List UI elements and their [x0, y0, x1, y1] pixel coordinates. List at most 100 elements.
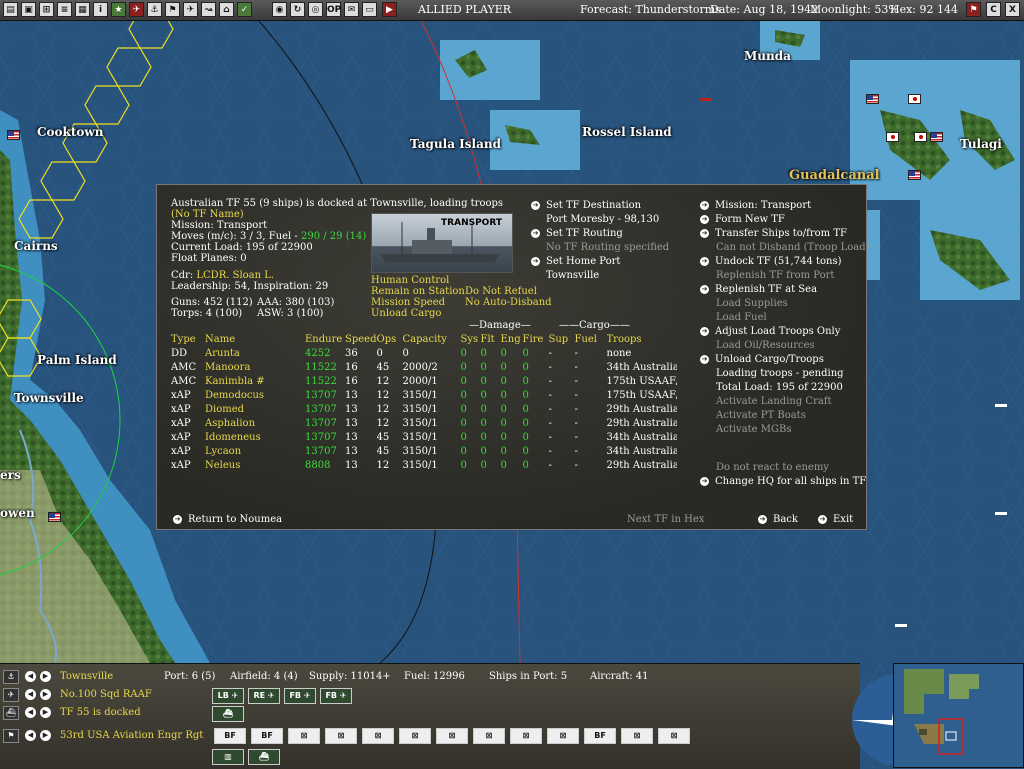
- info-icon[interactable]: i: [93, 2, 108, 17]
- undock-button[interactable]: ➔ Undock TF (51,744 tons): [700, 255, 842, 269]
- prev-base-button[interactable]: ◀: [25, 671, 36, 682]
- ship-row[interactable]: xAP Demodocus 13707 13 12 3150/1 0 0 0 0 - - 175th U…: [171, 388, 677, 402]
- column-header[interactable]: Eng: [501, 332, 523, 346]
- ground-command-button[interactable]: ⊠: [547, 728, 579, 744]
- ground-command-button[interactable]: ⊠: [288, 728, 320, 744]
- ship-row[interactable]: AMC Kanimbla #11522 16 12 2000/1 0 0 0 0 - - 175th …: [171, 374, 677, 388]
- tf-ship-icon-button[interactable]: ⛴: [212, 706, 244, 722]
- next-ground-button[interactable]: ▶: [40, 730, 51, 741]
- air-button-fb2[interactable]: FB ✈: [320, 688, 352, 704]
- air-button-re[interactable]: RE ✈: [248, 688, 280, 704]
- units-stack-button[interactable]: ▥: [212, 749, 244, 765]
- set-routing-button[interactable]: ➔ Set TF Routing: [531, 227, 623, 241]
- op-icon[interactable]: OP: [326, 2, 341, 17]
- plane-icon[interactable]: ✈: [183, 2, 198, 17]
- us-flag-icon[interactable]: [908, 170, 921, 180]
- air-button-lb[interactable]: LB ✈: [212, 688, 244, 704]
- tf-status[interactable]: TF 55 is docked: [60, 707, 141, 718]
- grid-icon[interactable]: ▦: [75, 2, 90, 17]
- column-header[interactable]: Endure: [305, 332, 345, 346]
- ground-unit-name[interactable]: 53rd USA Aviation Engr Rgt: [60, 730, 203, 741]
- flag-icon[interactable]: ⚑: [3, 729, 19, 743]
- ship-name-cell[interactable]: Idomeneus: [205, 430, 305, 444]
- ground-command-button[interactable]: ⊠: [399, 728, 431, 744]
- target-icon[interactable]: ◎: [308, 2, 323, 17]
- ship-row[interactable]: xAP Asphalion 13707 13 12 3150/1 0 0 0 0 - - 29th Au…: [171, 416, 677, 430]
- ground-command-button[interactable]: ⊠: [473, 728, 505, 744]
- column-header[interactable]: Sup: [549, 332, 575, 346]
- base-icon[interactable]: ⌂: [219, 2, 234, 17]
- ship-row[interactable]: DD Arunta 4252 36 0 0 0 0 0 0 - - none: [171, 346, 677, 360]
- aircraft-icon[interactable]: ✈: [129, 2, 144, 17]
- mission-button[interactable]: ➔ Mission: Transport: [700, 199, 811, 213]
- next-tf-arrow-button[interactable]: ▶: [40, 707, 51, 718]
- ship-name-cell[interactable]: Arunta: [205, 346, 305, 360]
- ships-stack-button[interactable]: ⛴: [248, 749, 280, 765]
- plane-icon[interactable]: ✈: [3, 688, 19, 702]
- world-minimap[interactable]: [893, 663, 1024, 768]
- ground-command-button[interactable]: BF: [214, 728, 246, 744]
- anchor-icon[interactable]: ⚓: [3, 670, 19, 684]
- ship-name-cell[interactable]: Lycaon: [205, 444, 305, 458]
- ground-command-button[interactable]: ⊠: [510, 728, 542, 744]
- base-name[interactable]: Townsville: [60, 671, 113, 682]
- no-react-option[interactable]: Do not react to enemy: [716, 461, 829, 475]
- column-header[interactable]: Speed: [345, 332, 377, 346]
- report-icon[interactable]: ⊞: [39, 2, 54, 17]
- ground-command-button[interactable]: BF: [584, 728, 616, 744]
- list-icon[interactable]: ≡: [57, 2, 72, 17]
- column-header[interactable]: Type: [171, 332, 205, 346]
- order-disband[interactable]: No Auto-Disband: [465, 296, 552, 310]
- change-hq-button[interactable]: ➔ Change HQ for all ships in TF: [700, 475, 866, 489]
- prev-air-button[interactable]: ◀: [25, 689, 36, 700]
- us-flag-icon[interactable]: [48, 512, 61, 522]
- ground-command-button[interactable]: ⊠: [325, 728, 357, 744]
- exit-button[interactable]: ➔ Exit: [818, 513, 853, 527]
- column-header[interactable]: Ops: [377, 332, 403, 346]
- japan-flag-icon[interactable]: [908, 94, 921, 104]
- ship-name-cell[interactable]: Demodocus: [205, 388, 305, 402]
- flag-icon[interactable]: ⚑: [165, 2, 180, 17]
- ship-row[interactable]: AMC Manoora 11522 16 45 2000/2 0 0 0 0 - - 34th Aust…: [171, 360, 677, 374]
- check-icon[interactable]: ✓: [237, 2, 252, 17]
- adjust-load-troops-button[interactable]: ➔ Adjust Load Troops Only: [700, 325, 840, 339]
- return-to-noumea-button[interactable]: ➔ Return to Noumea: [173, 513, 282, 527]
- column-header[interactable]: Fuel: [575, 332, 607, 346]
- ground-command-button[interactable]: ⊠: [621, 728, 653, 744]
- ground-command-button[interactable]: ⊠: [436, 728, 468, 744]
- next-base-button[interactable]: ▶: [40, 671, 51, 682]
- prev-ground-button[interactable]: ◀: [25, 730, 36, 741]
- column-header[interactable]: Capacity: [403, 332, 461, 346]
- column-header[interactable]: Name: [205, 332, 305, 346]
- ship-row[interactable]: xAP Idomeneus 13707 13 45 3150/1 0 0 0 0 - - 34th Au…: [171, 430, 677, 444]
- route-icon[interactable]: ↝: [201, 2, 216, 17]
- column-header[interactable]: Troops: [607, 332, 677, 346]
- air-button-fb1[interactable]: FB ✈: [284, 688, 316, 704]
- ship-icon[interactable]: ⚓: [147, 2, 162, 17]
- ship-name-cell[interactable]: Manoora: [205, 360, 305, 374]
- mail-icon[interactable]: ✉: [344, 2, 359, 17]
- column-header[interactable]: Fire: [523, 332, 549, 346]
- transfer-ships-button[interactable]: ➔ Transfer Ships to/from TF: [700, 227, 847, 241]
- set-destination-button[interactable]: ➔ Set TF Destination: [531, 199, 641, 213]
- window-icon[interactable]: ▭: [362, 2, 377, 17]
- back-button[interactable]: ➔ Back: [758, 513, 798, 527]
- us-flag-icon[interactable]: [7, 130, 20, 140]
- flag-toggle-icon[interactable]: ⚑: [966, 2, 981, 17]
- ground-command-button[interactable]: ⊠: [658, 728, 690, 744]
- unload-cargo-button[interactable]: ➔ Unload Cargo/Troops: [700, 353, 824, 367]
- japan-flag-icon[interactable]: [914, 132, 927, 142]
- ship-name-cell[interactable]: Asphalion: [205, 416, 305, 430]
- order-unload[interactable]: Unload Cargo: [371, 307, 441, 321]
- replenish-at-sea-button[interactable]: ➔ Replenish TF at Sea: [700, 283, 817, 297]
- refresh-icon[interactable]: ↻: [290, 2, 305, 17]
- next-tf-button[interactable]: Next TF in Hex: [627, 513, 704, 527]
- japan-flag-icon[interactable]: [886, 132, 899, 142]
- ship-name-cell[interactable]: Neleus: [205, 458, 305, 472]
- ground-command-button[interactable]: ⊠: [362, 728, 394, 744]
- star-icon[interactable]: ★: [111, 2, 126, 17]
- save-icon[interactable]: ▣: [21, 2, 36, 17]
- ship-name-cell[interactable]: Kanimbla #: [205, 374, 305, 388]
- menu-icon[interactable]: ▤: [3, 2, 18, 17]
- ship-row[interactable]: xAP Lycaon 13707 13 45 3150/1 0 0 0 0 - - 34th Austr…: [171, 444, 677, 458]
